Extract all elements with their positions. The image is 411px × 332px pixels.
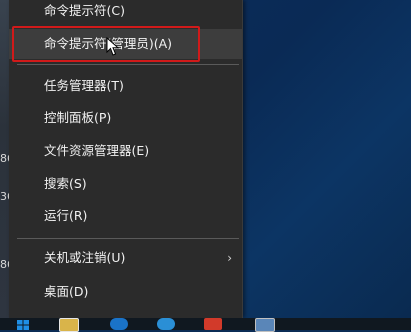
menu-item-label: 文件资源管理器(E)	[44, 143, 150, 158]
chevron-right-icon: ›	[227, 251, 232, 265]
menu-item-label: 控制面板(P)	[44, 110, 112, 125]
menu-item-run[interactable]: 运行(R)	[9, 201, 242, 231]
menu-item-shutdown[interactable]: 关机或注销(U) ›	[9, 243, 242, 273]
menu-item-label: 搜索(S)	[44, 176, 87, 191]
menu-separator	[17, 238, 239, 239]
menu-item-file-explorer[interactable]: 文件资源管理器(E)	[9, 136, 242, 166]
menu-item-search[interactable]: 搜索(S)	[9, 169, 242, 199]
menu-item-label: 运行(R)	[44, 208, 88, 223]
menu-item-label: 任务管理器(T)	[44, 78, 124, 93]
menu-item-command-prompt[interactable]: 命令提示符(C)	[9, 0, 242, 26]
sogou-icon[interactable]	[157, 318, 175, 330]
wps-icon[interactable]	[204, 318, 222, 330]
menu-item-label: 桌面(D)	[44, 284, 89, 299]
menu-item-control-panel[interactable]: 控制面板(P)	[9, 103, 242, 133]
menu-item-label: 命令提示符(C)	[44, 3, 125, 18]
menu-item-task-manager[interactable]: 任务管理器(T)	[9, 71, 242, 101]
start-icon[interactable]	[17, 320, 29, 330]
menu-item-desktop[interactable]: 桌面(D)	[9, 277, 242, 307]
winx-context-menu: 命令提示符(C) 命令提示符(管理员)(A) 任务管理器(T) 控制面板(P) …	[9, 0, 243, 318]
menu-separator	[17, 64, 239, 65]
menu-item-command-prompt-admin[interactable]: 命令提示符(管理员)(A)	[9, 29, 242, 59]
edge-icon[interactable]	[110, 318, 128, 330]
menu-item-label: 关机或注销(U)	[44, 250, 126, 265]
mouse-cursor-icon	[106, 37, 120, 56]
